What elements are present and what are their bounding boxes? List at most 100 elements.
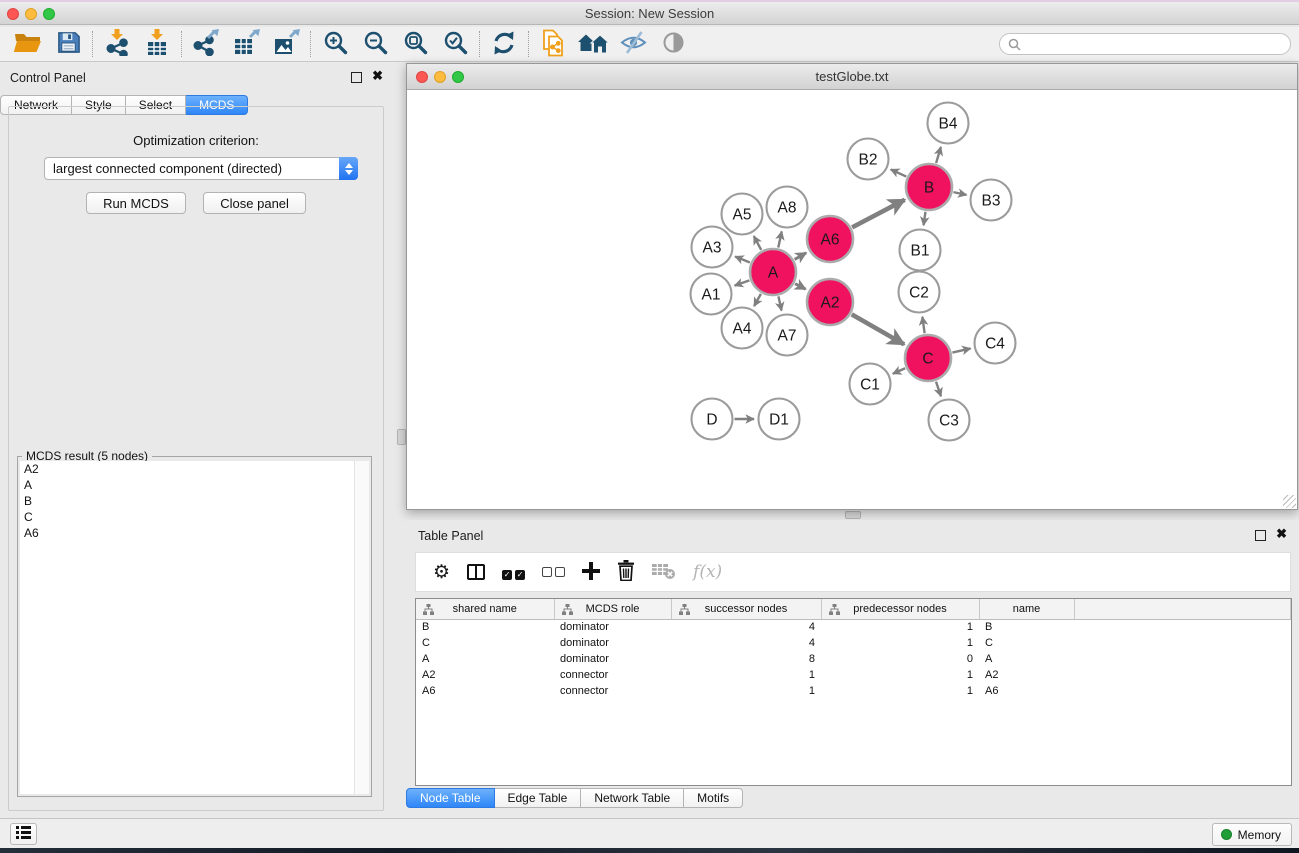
memory-button[interactable]: Memory (1212, 823, 1292, 846)
tab-node-table[interactable]: Node Table (406, 788, 495, 808)
graph-node-A8[interactable]: A8 (767, 187, 808, 228)
tab-network-table[interactable]: Network Table (581, 788, 684, 808)
table-cell[interactable]: 1 (671, 683, 821, 699)
graph-node-A4[interactable]: A4 (722, 308, 763, 349)
float-panel-icon[interactable] (351, 72, 362, 83)
table-cell[interactable]: 8 (671, 651, 821, 667)
table-cell[interactable]: B (416, 619, 554, 635)
graph-edge-A-A5[interactable] (754, 236, 761, 250)
table-cell[interactable]: C (416, 635, 554, 651)
graph-node-B[interactable]: B (906, 164, 952, 210)
show-panel-button[interactable] (653, 29, 693, 59)
zoom-out-button[interactable] (355, 29, 395, 59)
duplicate-network-button[interactable] (533, 29, 573, 59)
table-cell[interactable]: 1 (671, 667, 821, 683)
export-image-button[interactable] (266, 29, 306, 59)
run-mcds-button[interactable]: Run MCDS (86, 192, 186, 214)
select-all-button[interactable]: ✓✓ (502, 557, 525, 587)
table-cell[interactable]: dominator (554, 651, 671, 667)
graph-edge-B-B3[interactable] (953, 192, 966, 195)
graph-edge-C-C2[interactable] (922, 317, 924, 333)
table-row[interactable]: Bdominator41B (416, 619, 1291, 635)
tab-edge-table[interactable]: Edge Table (495, 788, 582, 808)
graph-node-A6[interactable]: A6 (807, 216, 853, 262)
graph-edge-A-A4[interactable] (754, 294, 761, 306)
table-cell[interactable]: C (979, 635, 1074, 651)
save-session-button[interactable] (48, 29, 88, 59)
graph-edge-A2-C[interactable] (852, 314, 904, 344)
graph-node-D1[interactable]: D1 (759, 399, 800, 440)
table-cell[interactable]: 1 (821, 619, 979, 635)
table-cell[interactable]: A2 (416, 667, 554, 683)
table-cell[interactable]: connector (554, 667, 671, 683)
graph-edge-A-A1[interactable] (735, 280, 750, 285)
graph-node-A[interactable]: A (750, 249, 796, 295)
delete-column-button[interactable] (617, 557, 635, 587)
zoom-in-button[interactable] (315, 29, 355, 59)
mcds-result-item[interactable]: B (20, 493, 354, 509)
graph-edge-A-A7[interactable] (778, 296, 781, 310)
hide-panel-button[interactable] (613, 29, 653, 59)
table-cell[interactable]: A2 (979, 667, 1074, 683)
graph-node-A7[interactable]: A7 (767, 315, 808, 356)
graph-edge-A-A3[interactable] (735, 256, 750, 262)
tab-motifs[interactable]: Motifs (684, 788, 743, 808)
table-cell[interactable]: A6 (979, 683, 1074, 699)
deselect-all-button[interactable] (542, 557, 565, 587)
graph-node-A2[interactable]: A2 (807, 279, 853, 325)
close-panel-button[interactable]: Close panel (203, 192, 306, 214)
graph-node-A5[interactable]: A5 (722, 194, 763, 235)
table-cell[interactable]: 1 (821, 667, 979, 683)
zoom-fit-button[interactable] (395, 29, 435, 59)
column-header-MCDS-role[interactable]: MCDS role (554, 599, 671, 619)
graph-edge-A6-B[interactable] (852, 200, 905, 228)
graph-edge-C-C3[interactable] (936, 382, 941, 397)
network-home-button[interactable] (573, 29, 613, 59)
import-network-button[interactable] (97, 29, 137, 59)
vertical-splitter-handle[interactable] (397, 429, 406, 445)
graph-node-C[interactable]: C (905, 335, 951, 381)
table-cell[interactable]: 1 (821, 635, 979, 651)
column-header-shared-name[interactable]: shared name (416, 599, 554, 619)
column-header-name[interactable]: name (979, 599, 1074, 619)
add-column-button[interactable] (582, 557, 600, 587)
task-history-button[interactable] (10, 823, 37, 845)
table-cell[interactable]: A6 (416, 683, 554, 699)
horizontal-splitter-handle[interactable] (845, 511, 861, 519)
close-table-panel-icon[interactable]: ✖ (1276, 527, 1287, 540)
graph-node-A1[interactable]: A1 (691, 274, 732, 315)
window-resize-grip[interactable] (1283, 495, 1296, 508)
graph-node-B3[interactable]: B3 (971, 180, 1012, 221)
table-row[interactable]: Adominator80A (416, 651, 1291, 667)
column-header-successor-nodes[interactable]: successor nodes (671, 599, 821, 619)
table-cell[interactable]: A (416, 651, 554, 667)
mcds-result-item[interactable]: A6 (20, 525, 354, 541)
network-canvas[interactable]: B4B2BB3A5A8A6B1A3AA1C2A2A4A7C4CC1DD1C3 (407, 90, 1297, 509)
graph-node-C2[interactable]: C2 (899, 272, 940, 313)
graph-edge-A-A2[interactable] (795, 284, 806, 290)
graph-edge-B-B2[interactable] (891, 169, 907, 176)
import-table-button[interactable] (137, 29, 177, 59)
search-input[interactable] (1026, 37, 1282, 51)
result-scrollbar[interactable] (354, 461, 369, 794)
export-network-button[interactable] (186, 29, 226, 59)
mcds-result-item[interactable]: A (20, 477, 354, 493)
table-cell[interactable]: dominator (554, 619, 671, 635)
table-cell[interactable]: 1 (821, 683, 979, 699)
table-cell[interactable]: dominator (554, 635, 671, 651)
graph-node-D[interactable]: D (692, 399, 733, 440)
column-visibility-button[interactable] (467, 557, 485, 587)
graph-edge-C-C1[interactable] (893, 368, 905, 374)
graph-node-C4[interactable]: C4 (975, 323, 1016, 364)
graph-node-C3[interactable]: C3 (929, 400, 970, 441)
table-settings-button[interactable]: ⚙ (433, 557, 450, 587)
open-session-button[interactable] (8, 29, 48, 59)
criterion-select[interactable]: largest connected component (directed) (44, 157, 358, 180)
float-table-panel-icon[interactable] (1255, 530, 1266, 541)
table-cell[interactable]: B (979, 619, 1074, 635)
export-table-button[interactable] (226, 29, 266, 59)
graph-node-A3[interactable]: A3 (692, 227, 733, 268)
mcds-result-item[interactable]: C (20, 509, 354, 525)
zoom-selected-button[interactable] (435, 29, 475, 59)
close-panel-icon[interactable]: ✖ (372, 69, 383, 82)
